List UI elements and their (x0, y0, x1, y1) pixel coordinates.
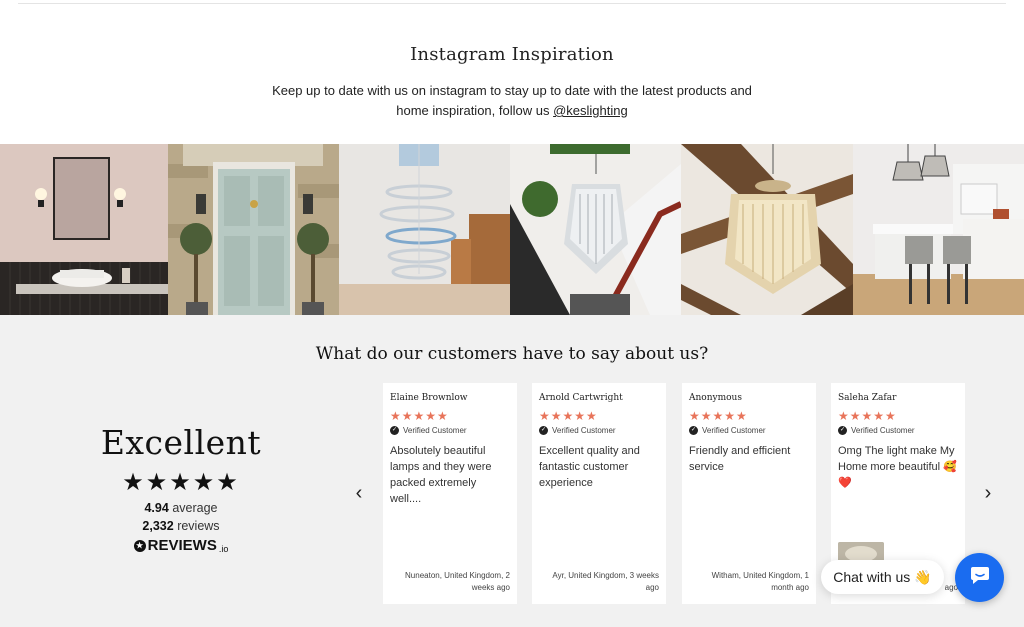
star-badge-icon: ★ (133, 539, 146, 552)
average-label: average (172, 501, 218, 515)
reviewer-name: Elaine Brownlow (390, 393, 468, 403)
verified-check-icon: ✓ (838, 426, 847, 435)
verified-badge: ✓ Verified Customer (838, 426, 958, 435)
review-count-value: 2,332 (142, 519, 174, 533)
instagram-description-text: Keep up to date with us on instagram to … (272, 83, 752, 118)
verified-badge: ✓ Verified Customer (689, 426, 809, 435)
verified-label: Verified Customer (702, 426, 766, 435)
reviewer-name: Arnold Cartwright (539, 393, 623, 403)
review-stars: ★★★★★ (838, 409, 897, 423)
chat-label: Chat with us (833, 569, 911, 585)
review-count-line: 2,332 reviews (90, 519, 272, 533)
review-text: Excellent quality and fantastic customer… (539, 445, 640, 489)
previous-review-arrow-icon[interactable]: ‹ (349, 482, 369, 505)
review-text: Absolutely beautiful lamps and they were… (390, 445, 492, 505)
instagram-title: Instagram Inspiration (410, 44, 614, 65)
review-location: Ayr, United Kingdom, 3 weeks ago (552, 571, 659, 592)
reviews-heading: What do our customers have to say about … (315, 344, 709, 364)
verified-check-icon: ✓ (539, 426, 548, 435)
average-line: 4.94 average (90, 501, 272, 515)
instagram-handle-link[interactable]: @keslighting (553, 103, 628, 118)
reviewer-name: Anonymous (689, 393, 742, 403)
verified-label: Verified Customer (851, 426, 915, 435)
next-review-arrow-icon[interactable]: › (978, 482, 998, 505)
instagram-description: Keep up to date with us on instagram to … (270, 81, 754, 121)
chat-with-us-button[interactable]: Chat with us 👋 (821, 560, 944, 594)
review-card[interactable]: Arnold Cartwright ★★★★★ ✓ Verified Custo… (532, 383, 666, 604)
rating-word: Excellent (100, 423, 262, 462)
review-text: Friendly and efficient service (689, 445, 791, 473)
gallery-tile-kitchen[interactable] (853, 144, 1024, 315)
review-card[interactable]: Elaine Brownlow ★★★★★ ✓ Verified Custome… (383, 383, 517, 604)
chat-launcher-button[interactable] (955, 553, 1004, 602)
reviews-io-suffix: .io (218, 543, 229, 554)
verified-check-icon: ✓ (390, 426, 399, 435)
review-stars: ★★★★★ (390, 409, 449, 423)
verified-badge: ✓ Verified Customer (539, 426, 659, 435)
review-location: Witham, United Kingdom, 1 month ago (711, 571, 809, 592)
chat-bubble-icon (969, 564, 991, 591)
instagram-section: Instagram Inspiration Keep up to date wi… (0, 0, 1024, 144)
waving-hand-icon: 👋 (914, 568, 932, 585)
review-count-label: reviews (177, 519, 220, 533)
gallery-tile-crystal-stairs[interactable] (510, 144, 681, 315)
review-card[interactable]: Anonymous ★★★★★ ✓ Verified Customer Frie… (682, 383, 816, 604)
verified-badge: ✓ Verified Customer (390, 426, 510, 435)
gallery-tile-ring-chandelier[interactable] (339, 144, 510, 315)
reviewer-name: Saleha Zafar (838, 393, 897, 403)
verified-label: Verified Customer (552, 426, 616, 435)
review-location: Nuneaton, United Kingdom, 2 weeks ago (405, 571, 510, 592)
reviews-io-logo[interactable]: ★ REVIEWS .io (133, 537, 229, 554)
review-stars: ★★★★★ (539, 409, 598, 423)
average-value: 4.94 (144, 501, 169, 515)
rating-summary: Excellent ★★★★★ 4.94 average 2,332 revie… (90, 423, 272, 554)
instagram-gallery (0, 144, 1024, 315)
gallery-tile-bathroom[interactable] (0, 144, 168, 315)
verified-label: Verified Customer (403, 426, 467, 435)
gallery-tile-crystal-beams[interactable] (681, 144, 853, 315)
review-stars: ★★★★★ (689, 409, 748, 423)
gallery-tile-front-door[interactable] (168, 144, 339, 315)
rating-stars: ★★★★★ (122, 469, 240, 496)
verified-check-icon: ✓ (689, 426, 698, 435)
reviews-io-brand: REVIEWS (147, 537, 217, 554)
review-text: Omg The light make My Home more beautifu… (838, 445, 957, 489)
